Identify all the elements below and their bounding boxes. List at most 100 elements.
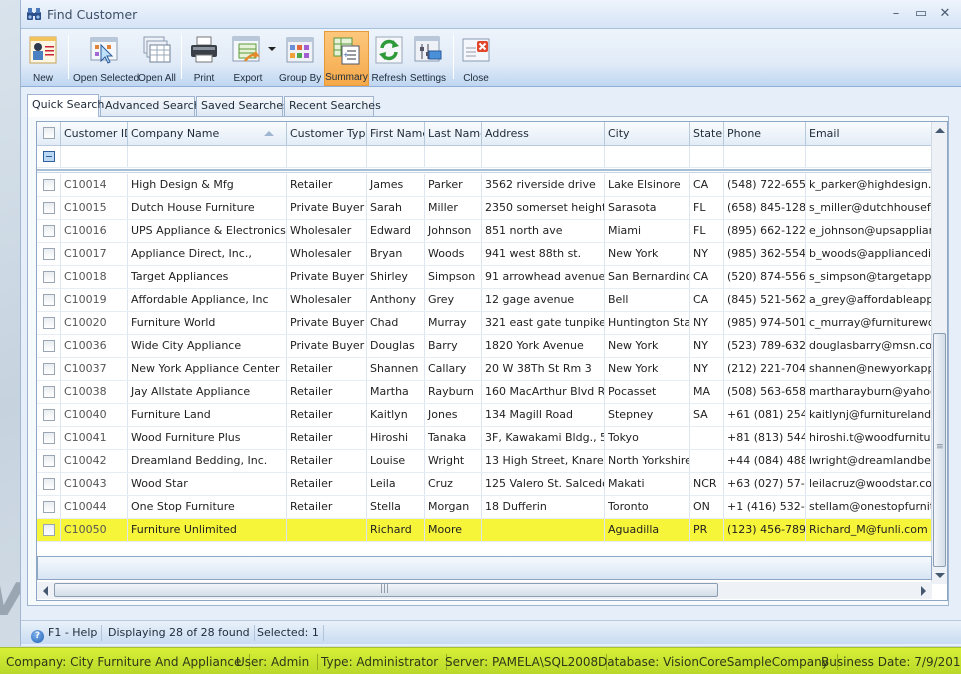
cell-email[interactable]: leilacruz@woodstar.com (806, 473, 932, 495)
cell-city[interactable]: Tokyo (605, 427, 690, 449)
cell-email[interactable]: a_grey@affordableapplia (806, 289, 932, 311)
row-checkbox[interactable] (43, 340, 55, 352)
cell-customer-type[interactable]: Retailer (287, 427, 367, 449)
cell-email[interactable]: Richard_M@funli.com (806, 519, 932, 541)
cell-customer-type[interactable]: Retailer (287, 358, 367, 380)
cell-phone[interactable]: (123) 456-7897 (724, 519, 806, 541)
column-header-phone[interactable]: Phone (724, 122, 806, 145)
filter-last-name[interactable] (425, 146, 482, 167)
cell-email[interactable]: kaitlynj@furnitureland.co (806, 404, 932, 426)
cell-address[interactable]: 134 Magill Road (482, 404, 605, 426)
cell-customer-id[interactable]: C10036 (61, 335, 128, 357)
table-row[interactable]: C10019 Affordable Appliance, Inc Wholesale… (37, 289, 932, 312)
cell-company-name[interactable]: Wood Furniture Plus (128, 427, 287, 449)
cell-address[interactable]: 321 east gate tunpike (482, 312, 605, 334)
cell-city[interactable]: New York (605, 358, 690, 380)
help-status[interactable]: ? F1 - Help (27, 625, 103, 643)
cell-customer-type[interactable]: Retailer (287, 174, 367, 196)
cell-last-name[interactable]: Rayburn (425, 381, 482, 403)
cell-phone[interactable]: (520) 874-5562 (724, 266, 806, 288)
cell-state[interactable]: NY (690, 358, 724, 380)
cell-email[interactable]: s_miller@dutchhousefurn (806, 197, 932, 219)
cell-last-name[interactable]: Woods (425, 243, 482, 265)
cell-last-name[interactable]: Simpson (425, 266, 482, 288)
cell-customer-id[interactable]: C10037 (61, 358, 128, 380)
cell-state[interactable]: CA (690, 289, 724, 311)
cell-company-name[interactable]: New York Appliance Center (128, 358, 287, 380)
horizontal-scroll-thumb[interactable]: ||| (54, 583, 718, 597)
filter-state[interactable] (690, 146, 724, 167)
cell-last-name[interactable]: Callary (425, 358, 482, 380)
cell-first-name[interactable]: James (367, 174, 425, 196)
cell-company-name[interactable]: UPS Appliance & Electronics (128, 220, 287, 242)
cell-address[interactable]: 13 High Street, Knaresbo (482, 450, 605, 472)
table-row[interactable]: C10040 Furniture Land Retailer Kaitlyn Jones… (37, 404, 932, 427)
settings-button[interactable]: Settings (408, 31, 448, 86)
minimize-button[interactable]: – (887, 6, 905, 22)
cell-state[interactable]: CA (690, 266, 724, 288)
cell-first-name[interactable]: Douglas (367, 335, 425, 357)
filter-address[interactable] (482, 146, 605, 167)
cell-state[interactable]: ON (690, 496, 724, 518)
cell-first-name[interactable]: Sarah (367, 197, 425, 219)
filter-customer-type[interactable] (287, 146, 367, 167)
group-by-button[interactable]: Group By (279, 31, 321, 86)
maximize-button[interactable]: ▭ (912, 6, 930, 22)
cell-phone[interactable]: (548) 722-6552 (724, 174, 806, 196)
column-header-first-name[interactable]: First Name (367, 122, 425, 145)
cell-state[interactable]: NCR (690, 473, 724, 495)
cell-address[interactable]: 18 Dufferin (482, 496, 605, 518)
cell-first-name[interactable]: Shirley (367, 266, 425, 288)
cell-state[interactable]: CA (690, 174, 724, 196)
cell-first-name[interactable]: Hiroshi (367, 427, 425, 449)
cell-state[interactable] (690, 450, 724, 472)
table-row[interactable]: C10043 Wood Star Retailer Leila Cruz 125 Vale… (37, 473, 932, 496)
cell-city[interactable]: San Bernardino (605, 266, 690, 288)
cell-phone[interactable]: (985) 974-5016 (724, 312, 806, 334)
cell-city[interactable]: Miami (605, 220, 690, 242)
cell-customer-id[interactable]: C10017 (61, 243, 128, 265)
cell-customer-id[interactable]: C10014 (61, 174, 128, 196)
cell-company-name[interactable]: Dutch House Furniture (128, 197, 287, 219)
cell-customer-type[interactable]: Retailer (287, 450, 367, 472)
cell-state[interactable]: NY (690, 312, 724, 334)
table-row[interactable]: C10038 Jay Allstate Appliance Retailer Mart… (37, 381, 932, 404)
row-checkbox[interactable] (43, 179, 55, 191)
cell-phone[interactable]: (895) 662-1221 (724, 220, 806, 242)
cell-last-name[interactable]: Tanaka (425, 427, 482, 449)
cell-last-name[interactable]: Jones (425, 404, 482, 426)
cell-address[interactable]: 160 MacArthur Blvd Rt 2 (482, 381, 605, 403)
cell-phone[interactable]: (523) 789-6321 (724, 335, 806, 357)
cell-first-name[interactable]: Anthony (367, 289, 425, 311)
cell-state[interactable]: MA (690, 381, 724, 403)
cell-first-name[interactable]: Bryan (367, 243, 425, 265)
cell-email[interactable]: e_johnson@upsappliance (806, 220, 932, 242)
cell-company-name[interactable]: Jay Allstate Appliance (128, 381, 287, 403)
filter-company-name[interactable] (128, 146, 287, 167)
cell-customer-type[interactable]: Wholesaler (287, 243, 367, 265)
open-all-button[interactable]: Open All (137, 31, 177, 86)
column-header-company-name[interactable]: Company Name (128, 122, 287, 145)
filter-first-name[interactable] (367, 146, 425, 167)
cell-email[interactable]: martharayburn@yahoo.c (806, 381, 932, 403)
table-row[interactable]: C10037 New York Appliance Center Retailer S… (37, 358, 932, 381)
table-row-selected[interactable]: C10050 Furniture Unlimited Richard Moore Agu… (37, 519, 932, 542)
column-header-last-name[interactable]: Last Name (425, 122, 482, 145)
cell-customer-type[interactable]: Retailer (287, 473, 367, 495)
row-checkbox[interactable] (43, 455, 55, 467)
cell-company-name[interactable]: High Design & Mfg (128, 174, 287, 196)
cell-customer-id[interactable]: C10019 (61, 289, 128, 311)
open-selected-button[interactable]: Open Selected (73, 31, 139, 86)
row-checkbox[interactable] (43, 317, 55, 329)
cell-company-name[interactable]: Appliance Direct, Inc., (128, 243, 287, 265)
cell-phone[interactable]: (658) 845-1288 (724, 197, 806, 219)
table-row[interactable]: C10020 Furniture World Private Buyer Chad Mu… (37, 312, 932, 335)
cell-customer-id[interactable]: C10042 (61, 450, 128, 472)
cell-customer-type[interactable]: Retailer (287, 381, 367, 403)
cell-customer-id[interactable]: C10050 (61, 519, 128, 541)
cell-state[interactable]: NY (690, 243, 724, 265)
cell-phone[interactable]: (985) 362-5541 (724, 243, 806, 265)
cell-company-name[interactable]: Furniture Land (128, 404, 287, 426)
cell-city[interactable]: North Yorkshire (605, 450, 690, 472)
cell-email[interactable]: hiroshi.t@woodfurniturep (806, 427, 932, 449)
